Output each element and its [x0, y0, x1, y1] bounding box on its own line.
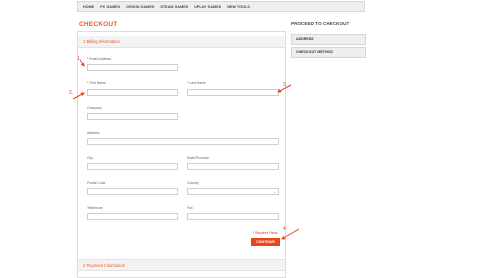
annotation-arrows [72, 59, 300, 240]
annotation-arrow-4 [281, 228, 300, 240]
annotation-arrow-1 [79, 59, 85, 67]
annotation-arrow-3 [277, 84, 292, 93]
annotation-arrow-2 [72, 92, 85, 100]
